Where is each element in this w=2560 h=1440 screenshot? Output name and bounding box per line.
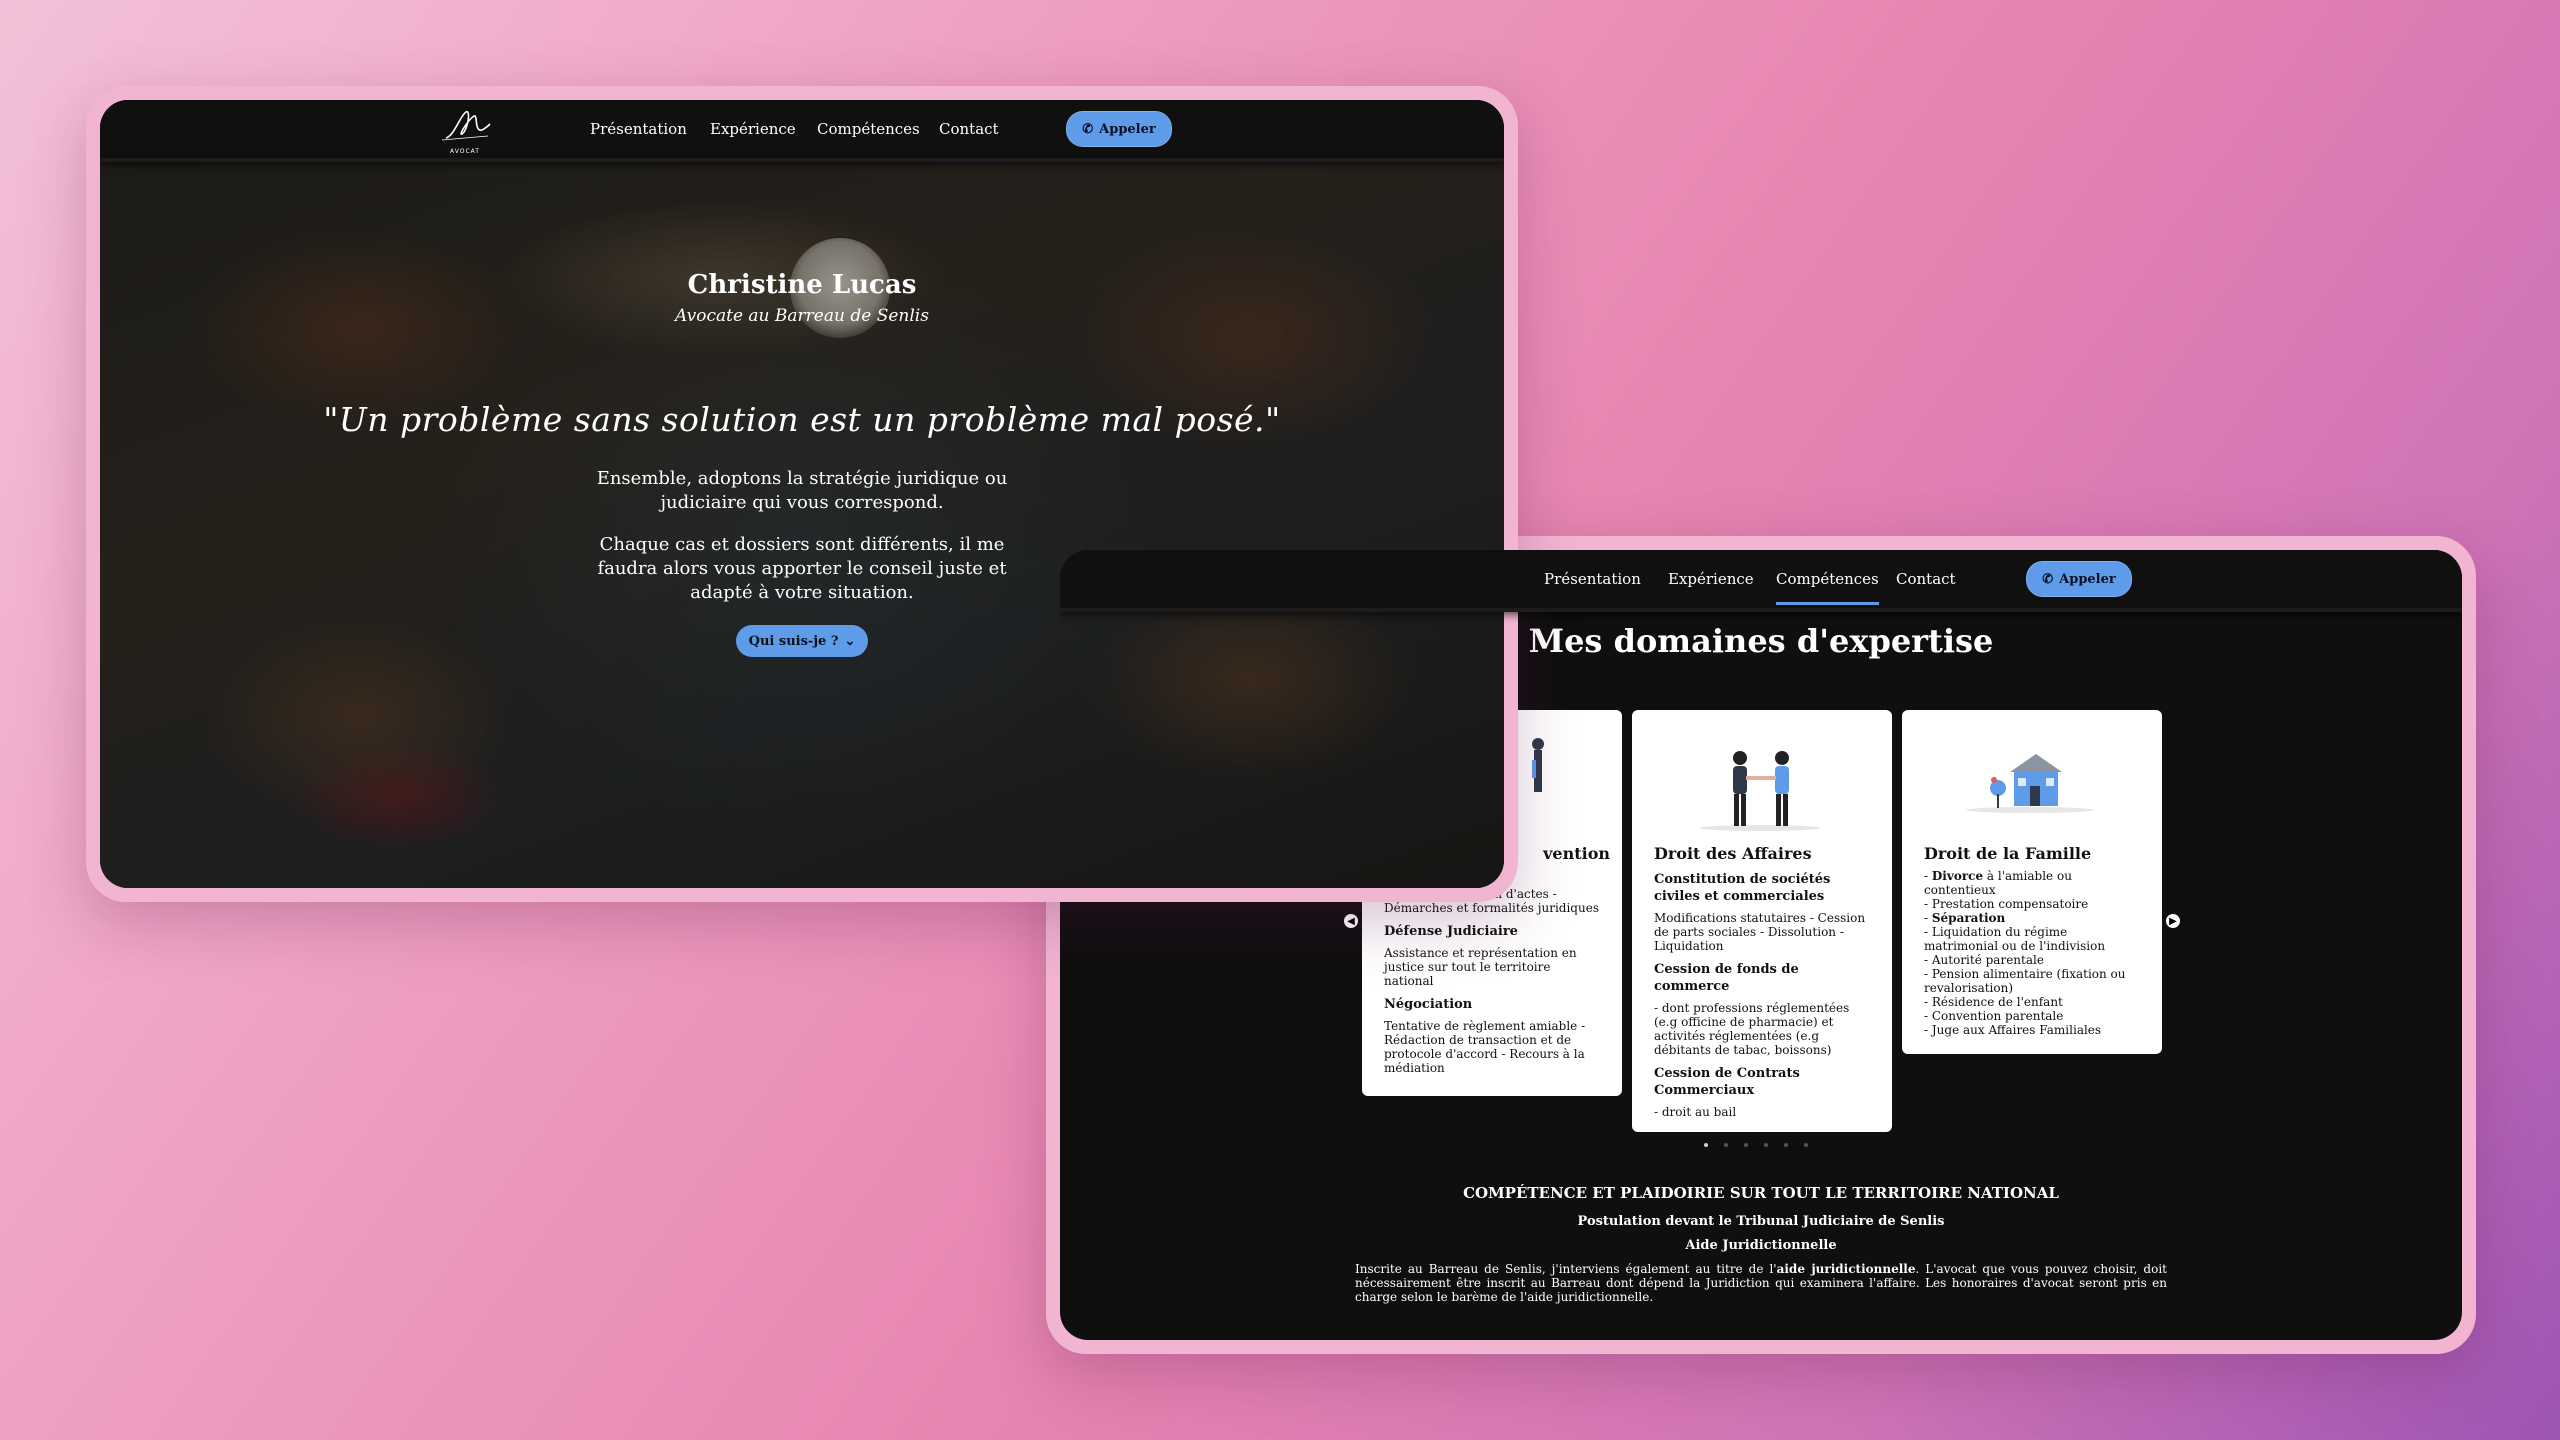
card-list-item: - Divorce à l'amiable ou contentieux: [1924, 869, 2072, 897]
carousel-dot[interactable]: [1744, 1143, 1748, 1147]
nav-experience[interactable]: Expérience: [1668, 570, 1754, 588]
card-list-item: - Liquidation du régime matrimonial ou d…: [1924, 925, 2106, 953]
carousel-dot[interactable]: [1764, 1143, 1768, 1147]
card-heading: Défense Judiciaire: [1384, 924, 1518, 939]
card-title: Droit de la Famille: [1924, 844, 2092, 863]
card-list-item-text: Résidence de l'enfant: [1931, 995, 2063, 1009]
hero-name: Christine Lucas: [687, 270, 917, 300]
card-text: - dont professions réglementées (e.g off…: [1654, 1001, 1850, 1057]
card-list-item-text: Convention parentale: [1931, 1009, 2064, 1023]
footer-bold-text: aide juridictionnelle: [1776, 1262, 1916, 1276]
card-list-item: - Prestation compensatoire: [1924, 897, 2089, 911]
carousel-dot[interactable]: [1804, 1143, 1808, 1147]
device-frame-hero: AVOCAT Présentation Expérience Compétenc…: [86, 86, 1518, 902]
card-list-item-text: Autorité parentale: [1931, 953, 2044, 967]
phone-icon: ✆: [1082, 121, 1094, 137]
navbar: AVOCAT Présentation Expérience Compétenc…: [100, 100, 1504, 162]
hero-background-photo: [100, 158, 1504, 888]
signature-logo-icon: [441, 111, 491, 141]
navbar: Présentation Expérience Compétences Cont…: [1060, 550, 2462, 612]
card-list-item-text: Juge aux Affaires Familiales: [1931, 1023, 2102, 1037]
expertise-card-famille: Droit de la Famille - Divorce à l'amiabl…: [1902, 710, 2162, 1054]
footer-paragraph: Inscrite au Barreau de Senlis, j'intervi…: [1355, 1262, 2167, 1304]
card-text: Tentative de règlement amiable - Rédacti…: [1384, 1019, 1586, 1075]
card-list-item: - Résidence de l'enfant: [1924, 995, 2063, 1009]
hero-subtitle: Avocate au Barreau de Senlis: [675, 306, 929, 326]
hero-screen: AVOCAT Présentation Expérience Compétenc…: [100, 100, 1504, 888]
chevron-down-icon: ⌄: [844, 633, 856, 649]
who-am-i-button[interactable]: Qui suis-je ? ⌄: [736, 625, 868, 657]
chevron-left-icon: ◀: [1347, 915, 1355, 927]
hero-overlay: [100, 158, 1504, 888]
call-button[interactable]: ✆ Appeler: [2026, 561, 2132, 597]
hero-quote: "Un problème sans solution est un problè…: [323, 400, 1281, 439]
expertise-card-affaires: Droit des Affaires Constitution de socié…: [1632, 710, 1892, 1132]
house-illustration-icon: [1966, 754, 2094, 813]
carousel-dot[interactable]: [1724, 1143, 1728, 1147]
carousel-prev-arrow[interactable]: ◀: [1344, 914, 1358, 928]
card-list-item: - Séparation: [1924, 911, 2006, 925]
phone-icon: ✆: [2042, 571, 2054, 587]
card-heading: Cession de Contrats Commerciaux: [1654, 1066, 1800, 1098]
call-button[interactable]: ✆ Appeler: [1066, 111, 1172, 147]
card-title: Droit des Affaires: [1654, 844, 1812, 863]
nav-competences[interactable]: Compétences: [817, 120, 920, 138]
logo[interactable]: AVOCAT: [438, 106, 492, 155]
card-heading: Cession de fonds de commerce: [1654, 962, 1799, 994]
card-heading: Constitution de sociétés civiles et comm…: [1654, 872, 1831, 904]
card-list-item-bold: Séparation: [1931, 911, 2006, 925]
nav-presentation[interactable]: Présentation: [590, 120, 687, 138]
card-list-item: - Convention parentale: [1924, 1009, 2064, 1023]
nav-contact[interactable]: Contact: [1896, 570, 1956, 588]
card-list-item: - Pension alimentaire (fixation ou reval…: [1924, 967, 2126, 995]
footer-sub-postulation: Postulation devant le Tribunal Judiciair…: [1577, 1214, 1945, 1229]
card-list-item: - Juge aux Affaires Familiales: [1924, 1023, 2102, 1037]
card-list-item-bold: Divorce: [1931, 869, 1984, 883]
who-am-i-button-label: Qui suis-je ?: [748, 633, 839, 649]
carousel-next-arrow[interactable]: ▶: [2166, 914, 2180, 928]
chevron-right-icon: ▶: [2169, 915, 2177, 927]
logo-text: AVOCAT: [450, 148, 480, 155]
card-list: - Divorce à l'amiable ou contentieux - Pr…: [1924, 869, 2140, 1037]
card-illustration: [1924, 710, 2140, 844]
nav-contact[interactable]: Contact: [939, 120, 999, 138]
card-text: - droit au bail: [1654, 1105, 1737, 1119]
carousel-dot[interactable]: [1704, 1143, 1708, 1147]
footer-heading: COMPÉTENCE ET PLAIDOIRIE SUR TOUT LE TER…: [1463, 1184, 2059, 1202]
carousel-dots: [1704, 1143, 1808, 1147]
card-list-item-text: Liquidation du régime matrimonial ou de …: [1924, 925, 2106, 953]
card-list-item-text: Prestation compensatoire: [1931, 897, 2089, 911]
card-text: Assistance et représentation en justice …: [1384, 946, 1577, 988]
footer-sub-aide: Aide Juridictionnelle: [1685, 1238, 1837, 1253]
hero-paragraph-1: Ensemble, adoptons la stratégie juridiqu…: [596, 468, 1008, 513]
card-heading: Négociation: [1384, 997, 1473, 1012]
carousel-dot[interactable]: [1784, 1143, 1788, 1147]
call-button-label: Appeler: [2059, 571, 2116, 587]
nav-experience[interactable]: Expérience: [710, 120, 796, 138]
card-list-item: - Autorité parentale: [1924, 953, 2044, 967]
card-list-item-text: Pension alimentaire (fixation ou revalor…: [1924, 967, 2126, 995]
hero-paragraph-2: Chaque cas et dossiers sont différents, …: [597, 534, 1007, 603]
call-button-label: Appeler: [1099, 121, 1156, 137]
card-illustration: [1654, 710, 1870, 844]
nav-competences[interactable]: Compétences: [1776, 570, 1879, 605]
handshake-illustration-icon: [1700, 751, 1820, 831]
footer-text: Inscrite au Barreau de Senlis, j'intervi…: [1355, 1262, 1777, 1276]
nav-presentation[interactable]: Présentation: [1544, 570, 1641, 588]
card-text: Modifications statutaires - Cession de p…: [1654, 911, 1866, 953]
